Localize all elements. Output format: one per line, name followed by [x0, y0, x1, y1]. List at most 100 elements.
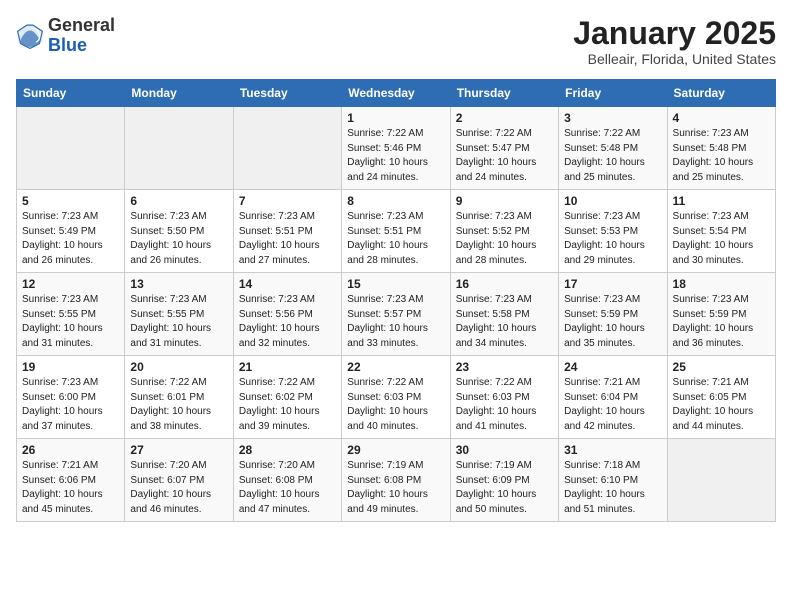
- day-info: Sunrise: 7:23 AM Sunset: 5:55 PM Dayligh…: [22, 293, 119, 351]
- calendar-header-row: SundayMondayTuesdayWednesdayThursdayFrid…: [17, 80, 776, 107]
- logo-general-text: General: [48, 15, 115, 35]
- day-number: 2: [456, 111, 553, 125]
- calendar-cell: 9 Sunrise: 7:23 AM Sunset: 5:52 PM Daylig…: [450, 190, 558, 273]
- calendar-cell: 19 Sunrise: 7:23 AM Sunset: 6:00 PM Dayli…: [17, 356, 125, 439]
- calendar-cell: 21 Sunrise: 7:22 AM Sunset: 6:02 PM Dayli…: [233, 356, 341, 439]
- page-header: General Blue January 2025 Belleair, Flor…: [16, 16, 776, 67]
- day-number: 7: [239, 194, 336, 208]
- day-number: 27: [130, 443, 227, 457]
- day-number: 17: [564, 277, 661, 291]
- day-number: 22: [347, 360, 444, 374]
- day-number: 5: [22, 194, 119, 208]
- calendar-cell: 1 Sunrise: 7:22 AM Sunset: 5:46 PM Daylig…: [342, 107, 450, 190]
- day-info: Sunrise: 7:20 AM Sunset: 6:08 PM Dayligh…: [239, 459, 336, 517]
- day-number: 19: [22, 360, 119, 374]
- calendar-cell: 2 Sunrise: 7:22 AM Sunset: 5:47 PM Daylig…: [450, 107, 558, 190]
- day-info: Sunrise: 7:20 AM Sunset: 6:07 PM Dayligh…: [130, 459, 227, 517]
- day-number: 21: [239, 360, 336, 374]
- calendar-week-1: 5 Sunrise: 7:23 AM Sunset: 5:49 PM Daylig…: [17, 190, 776, 273]
- calendar-cell: 30Sunrise: 7:19 AM Sunset: 6:09 PM Dayli…: [450, 439, 558, 522]
- day-number: 14: [239, 277, 336, 291]
- calendar-cell: 25 Sunrise: 7:21 AM Sunset: 6:05 PM Dayli…: [667, 356, 775, 439]
- calendar-cell: 29 Sunrise: 7:19 AM Sunset: 6:08 PM Dayli…: [342, 439, 450, 522]
- day-info: Sunrise: 7:19 AM Sunset: 6:08 PM Dayligh…: [347, 459, 444, 517]
- logo-icon: [16, 22, 44, 50]
- calendar-cell: 3 Sunrise: 7:22 AM Sunset: 5:48 PM Daylig…: [559, 107, 667, 190]
- day-info: Sunrise: 7:23 AM Sunset: 5:59 PM Dayligh…: [564, 293, 661, 351]
- day-info: Sunrise: 7:22 AM Sunset: 6:02 PM Dayligh…: [239, 376, 336, 434]
- day-info: Sunrise: 7:23 AM Sunset: 5:58 PM Dayligh…: [456, 293, 553, 351]
- header-sunday: Sunday: [17, 80, 125, 107]
- calendar-cell: 17 Sunrise: 7:23 AM Sunset: 5:59 PM Dayli…: [559, 273, 667, 356]
- day-number: 16: [456, 277, 553, 291]
- day-number: 3: [564, 111, 661, 125]
- day-number: 31: [564, 443, 661, 457]
- day-number: 13: [130, 277, 227, 291]
- calendar-week-4: 26 Sunrise: 7:21 AM Sunset: 6:06 PM Dayli…: [17, 439, 776, 522]
- calendar-subtitle: Belleair, Florida, United States: [573, 51, 776, 67]
- calendar-cell: 14 Sunrise: 7:23 AM Sunset: 5:56 PM Dayli…: [233, 273, 341, 356]
- calendar-table: SundayMondayTuesdayWednesdayThursdayFrid…: [16, 79, 776, 522]
- day-number: 30: [456, 443, 553, 457]
- calendar-cell: 15 Sunrise: 7:23 AM Sunset: 5:57 PM Dayli…: [342, 273, 450, 356]
- day-info: Sunrise: 7:22 AM Sunset: 6:03 PM Dayligh…: [347, 376, 444, 434]
- header-tuesday: Tuesday: [233, 80, 341, 107]
- calendar-cell: [667, 439, 775, 522]
- header-thursday: Thursday: [450, 80, 558, 107]
- day-info: Sunrise: 7:18 AM Sunset: 6:10 PM Dayligh…: [564, 459, 661, 517]
- calendar-cell: 23 Sunrise: 7:22 AM Sunset: 6:03 PM Dayli…: [450, 356, 558, 439]
- day-info: Sunrise: 7:23 AM Sunset: 5:48 PM Dayligh…: [673, 127, 770, 185]
- day-number: 10: [564, 194, 661, 208]
- day-info: Sunrise: 7:23 AM Sunset: 5:52 PM Dayligh…: [456, 210, 553, 268]
- day-info: Sunrise: 7:23 AM Sunset: 5:51 PM Dayligh…: [347, 210, 444, 268]
- day-number: 9: [456, 194, 553, 208]
- calendar-cell: 26 Sunrise: 7:21 AM Sunset: 6:06 PM Dayli…: [17, 439, 125, 522]
- day-number: 26: [22, 443, 119, 457]
- header-wednesday: Wednesday: [342, 80, 450, 107]
- calendar-week-2: 12 Sunrise: 7:23 AM Sunset: 5:55 PM Dayli…: [17, 273, 776, 356]
- day-info: Sunrise: 7:22 AM Sunset: 5:47 PM Dayligh…: [456, 127, 553, 185]
- header-friday: Friday: [559, 80, 667, 107]
- day-info: Sunrise: 7:22 AM Sunset: 6:03 PM Dayligh…: [456, 376, 553, 434]
- day-info: Sunrise: 7:23 AM Sunset: 5:50 PM Dayligh…: [130, 210, 227, 268]
- day-info: Sunrise: 7:23 AM Sunset: 5:56 PM Dayligh…: [239, 293, 336, 351]
- calendar-cell: 20Sunrise: 7:22 AM Sunset: 6:01 PM Dayli…: [125, 356, 233, 439]
- title-block: January 2025 Belleair, Florida, United S…: [573, 16, 776, 67]
- day-info: Sunrise: 7:23 AM Sunset: 5:57 PM Dayligh…: [347, 293, 444, 351]
- day-number: 25: [673, 360, 770, 374]
- calendar-cell: [17, 107, 125, 190]
- day-number: 1: [347, 111, 444, 125]
- day-number: 29: [347, 443, 444, 457]
- calendar-cell: 8Sunrise: 7:23 AM Sunset: 5:51 PM Daylig…: [342, 190, 450, 273]
- calendar-week-0: 1 Sunrise: 7:22 AM Sunset: 5:46 PM Daylig…: [17, 107, 776, 190]
- calendar-title: January 2025: [573, 16, 776, 51]
- calendar-cell: 18Sunrise: 7:23 AM Sunset: 5:59 PM Dayli…: [667, 273, 775, 356]
- day-number: 6: [130, 194, 227, 208]
- day-info: Sunrise: 7:21 AM Sunset: 6:05 PM Dayligh…: [673, 376, 770, 434]
- day-number: 23: [456, 360, 553, 374]
- calendar-cell: 16 Sunrise: 7:23 AM Sunset: 5:58 PM Dayli…: [450, 273, 558, 356]
- calendar-cell: 13 Sunrise: 7:23 AM Sunset: 5:55 PM Dayli…: [125, 273, 233, 356]
- calendar-cell: 31 Sunrise: 7:18 AM Sunset: 6:10 PM Dayli…: [559, 439, 667, 522]
- day-number: 20: [130, 360, 227, 374]
- day-info: Sunrise: 7:22 AM Sunset: 5:46 PM Dayligh…: [347, 127, 444, 185]
- day-info: Sunrise: 7:22 AM Sunset: 5:48 PM Dayligh…: [564, 127, 661, 185]
- day-number: 11: [673, 194, 770, 208]
- day-info: Sunrise: 7:23 AM Sunset: 5:49 PM Dayligh…: [22, 210, 119, 268]
- calendar-cell: [125, 107, 233, 190]
- calendar-cell: 4 Sunrise: 7:23 AM Sunset: 5:48 PM Daylig…: [667, 107, 775, 190]
- header-saturday: Saturday: [667, 80, 775, 107]
- day-info: Sunrise: 7:23 AM Sunset: 5:55 PM Dayligh…: [130, 293, 227, 351]
- day-number: 12: [22, 277, 119, 291]
- day-info: Sunrise: 7:21 AM Sunset: 6:06 PM Dayligh…: [22, 459, 119, 517]
- day-info: Sunrise: 7:23 AM Sunset: 5:51 PM Dayligh…: [239, 210, 336, 268]
- calendar-cell: 6 Sunrise: 7:23 AM Sunset: 5:50 PM Daylig…: [125, 190, 233, 273]
- calendar-cell: 28 Sunrise: 7:20 AM Sunset: 6:08 PM Dayli…: [233, 439, 341, 522]
- calendar-cell: 12 Sunrise: 7:23 AM Sunset: 5:55 PM Dayli…: [17, 273, 125, 356]
- day-number: 28: [239, 443, 336, 457]
- day-number: 24: [564, 360, 661, 374]
- calendar-cell: 7 Sunrise: 7:23 AM Sunset: 5:51 PM Daylig…: [233, 190, 341, 273]
- day-number: 15: [347, 277, 444, 291]
- day-info: Sunrise: 7:23 AM Sunset: 6:00 PM Dayligh…: [22, 376, 119, 434]
- day-number: 4: [673, 111, 770, 125]
